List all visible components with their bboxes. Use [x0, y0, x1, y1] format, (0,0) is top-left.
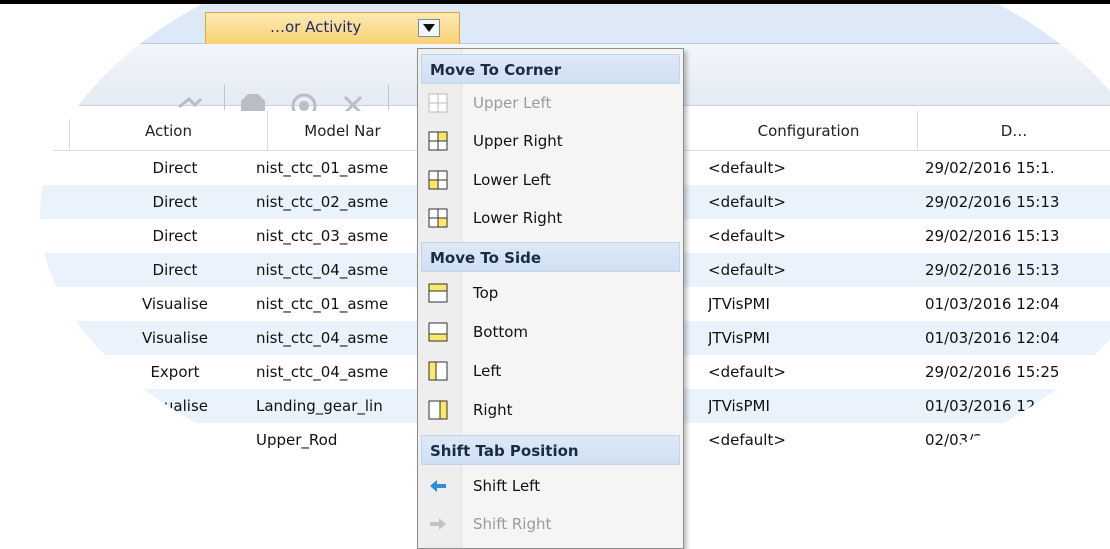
menu-section-move-to-corner: Move To Corner: [421, 54, 680, 84]
row-date: 01/03/2016 12:04: [925, 329, 1060, 347]
row-model: Upper_Rod: [256, 431, 338, 449]
row-model: nist_ctc_01_asme: [256, 159, 389, 177]
row-configuration: JTVisPMI: [708, 295, 770, 313]
row-number: [40, 151, 70, 185]
row-date: 29/02/2016 15:13: [925, 193, 1060, 211]
menu-item-right[interactable]: Right: [418, 391, 683, 429]
row-date: 01/03/2016 12:04: [925, 295, 1060, 313]
tab-dropdown-button[interactable]: [418, 19, 440, 37]
row-model: nist_ctc_02_asme: [256, 193, 389, 211]
check-icon: [12, 261, 28, 279]
header-date[interactable]: D…: [918, 111, 1110, 151]
check-icon: [12, 295, 28, 313]
menu-item-upper-left[interactable]: Upper Left: [418, 84, 683, 122]
arrow-left-icon: [430, 480, 446, 492]
row-action: Export: [150, 363, 200, 381]
menu-item-label: Bottom: [473, 323, 529, 341]
menu-item-top[interactable]: Top: [418, 274, 683, 312]
dock-right-icon: [428, 400, 448, 420]
row-model: Landing_gear_lin: [256, 397, 383, 415]
row-date: 29/02/2016 15:1.: [925, 159, 1055, 177]
row-number: [40, 423, 70, 457]
menu-item-shift-left[interactable]: Shift Left: [418, 467, 683, 505]
row-model: nist_ctc_01_asme: [256, 295, 389, 313]
row-action: Visualise: [142, 295, 208, 313]
row-model: nist_ctc_04_asme: [256, 363, 389, 381]
menu-item-label: Shift Left: [473, 477, 541, 495]
dock-bottom-icon: [428, 322, 448, 342]
row-model: nist_ctc_04_asme: [256, 329, 389, 347]
upper-right-icon: [428, 131, 448, 151]
menu-item-label: Upper Left: [473, 94, 552, 112]
menu-item-bottom[interactable]: Bottom: [418, 313, 683, 351]
row-action: Direct: [152, 261, 198, 279]
row-configuration: JTVisPMI: [708, 329, 770, 347]
row-number: 7: [40, 355, 70, 389]
menu-item-label: Right: [473, 401, 513, 419]
lower-right-icon: [428, 208, 448, 228]
row-date: 02/03/2016 11:: [925, 431, 1041, 449]
upper-left-icon: [428, 93, 448, 113]
menu-item-lower-right[interactable]: Lower Right: [418, 199, 683, 237]
dock-top-icon: [428, 283, 448, 303]
row-action: Direct: [152, 159, 198, 177]
row-action: Visualise: [142, 329, 208, 347]
row-number: 3: [40, 219, 70, 253]
toolbar-separator: [388, 84, 389, 110]
menu-item-lower-left[interactable]: Lower Left: [418, 161, 683, 199]
menu-item-upper-right[interactable]: Upper Right: [418, 122, 683, 160]
menu-item-left[interactable]: Left: [418, 352, 683, 390]
row-configuration: <default>: [708, 431, 786, 449]
row-action: Visualise: [142, 397, 208, 415]
header-model-name[interactable]: Model Nar: [268, 111, 418, 151]
row-action: Direct: [152, 227, 198, 245]
menu-item-label: Top: [473, 284, 499, 302]
menu-section-shift-tab-position: Shift Tab Position: [421, 435, 680, 465]
row-configuration: <default>: [708, 261, 786, 279]
row-number: 2: [40, 185, 70, 219]
row-model: nist_ctc_03_asme: [256, 227, 389, 245]
row-date: 29/02/2016 15:13: [925, 261, 1060, 279]
row-date: 01/03/2016 12:04: [925, 397, 1060, 415]
menu-item-label: Upper Right: [473, 132, 563, 150]
dock-left-icon: [428, 361, 448, 381]
check-icon: [12, 329, 28, 347]
row-date: 29/02/2016 15:25: [925, 363, 1060, 381]
menu-section-move-to-side: Move To Side: [421, 242, 680, 272]
chevron-down-icon: [423, 24, 435, 32]
row-number: 5: [40, 287, 70, 321]
row-number: [40, 389, 70, 423]
row-configuration: <default>: [708, 159, 786, 177]
header-configuration[interactable]: Configuration: [700, 111, 918, 151]
lower-left-icon: [428, 170, 448, 190]
row-number: 6: [40, 321, 70, 355]
menu-item-label: Lower Left: [473, 171, 551, 189]
row-configuration: <default>: [708, 363, 786, 381]
row-number: 4: [40, 253, 70, 287]
tab-strip: [40, 4, 1110, 48]
row-action: Direct: [152, 193, 198, 211]
dock-position-menu: Move To Corner Upper Left Upper Right Lo…: [417, 48, 684, 549]
menu-item-label: Lower Right: [473, 209, 563, 227]
tab-label: …or Activity: [270, 18, 362, 36]
menu-item-label: Left: [473, 362, 502, 380]
row-configuration: <default>: [708, 227, 786, 245]
row-configuration: JTVisPMI: [708, 397, 770, 415]
header-number: [40, 111, 70, 151]
row-action: Export: [150, 431, 200, 449]
row-date: 29/02/2016 15:13: [925, 227, 1060, 245]
arrow-right-icon: [430, 518, 446, 530]
toolbar-separator: [224, 84, 225, 110]
row-model: nist_ctc_04_asme: [256, 261, 389, 279]
menu-item-label: Shift Right: [473, 515, 552, 533]
row-configuration: <default>: [708, 193, 786, 211]
menu-item-shift-right[interactable]: Shift Right: [418, 505, 683, 543]
header-action[interactable]: Action: [70, 111, 268, 151]
